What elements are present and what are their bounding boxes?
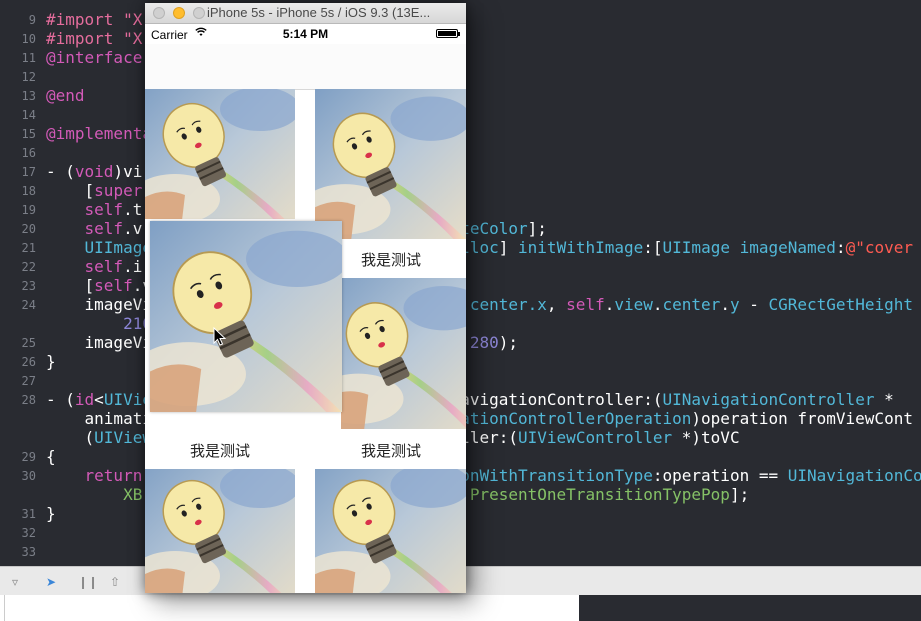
- code-line: self.t: [84, 200, 143, 219]
- line-number: 15: [21, 127, 36, 141]
- mouse-cursor-icon: [213, 327, 227, 346]
- close-button[interactable]: [153, 7, 165, 19]
- line-number: 12: [21, 70, 36, 84]
- line-number: 32: [21, 526, 36, 540]
- code-line: 210: [123, 314, 152, 333]
- collection-cell-image[interactable]: [315, 469, 466, 593]
- console-view[interactable]: [579, 595, 921, 621]
- bulb-image: [145, 89, 295, 219]
- code-line: {: [46, 447, 56, 466]
- line-number: 18: [21, 184, 36, 198]
- line-number: 16: [21, 146, 36, 160]
- line-number: 24: [21, 298, 36, 312]
- code-line: #import "X: [46, 10, 143, 29]
- code-line: self.i: [84, 257, 143, 276]
- navigation-bar: [145, 44, 466, 90]
- simulator-window[interactable]: iPhone 5s - iPhone 5s / iOS 9.3 (13E... …: [145, 3, 466, 593]
- line-number: 31: [21, 507, 36, 521]
- collection-cell-image[interactable]: [145, 469, 295, 593]
- battery-icon: [436, 29, 460, 38]
- line-number: 29: [21, 450, 36, 464]
- bulb-image: [341, 278, 466, 429]
- hide-debug-area-icon[interactable]: ▿: [12, 575, 18, 589]
- clock-label: 5:14 PM: [282, 27, 329, 41]
- line-number: 17: [21, 165, 36, 179]
- code-line: @interface: [46, 48, 143, 67]
- bulb-image: [150, 221, 342, 412]
- code-line: }: [46, 352, 56, 371]
- line-number: 26: [21, 355, 36, 369]
- device-screen[interactable]: Carrier 5:14 PM 我是测试 我是测试 我是测试: [145, 24, 466, 593]
- variables-view[interactable]: [4, 595, 580, 621]
- line-number: 28: [21, 393, 36, 407]
- line-number-gutter: 9 10 11 12 13 14 15 16 17 18 19 20 21 22 23 24 25 26 27 28 2…: [0, 0, 40, 566]
- code-line: [super: [46, 181, 143, 200]
- collection-cell-image[interactable]: [341, 278, 466, 429]
- line-number: 14: [21, 108, 36, 122]
- line-number: 9: [28, 13, 36, 27]
- cell-caption: 我是测试: [360, 442, 421, 460]
- line-number: 25: [21, 336, 36, 350]
- transition-image: [150, 221, 342, 412]
- code-line: - (void)vi: [46, 162, 143, 181]
- status-bar: Carrier 5:14 PM: [145, 24, 466, 44]
- line-number: 22: [21, 260, 36, 274]
- pause-icon[interactable]: ❙❙: [78, 575, 98, 589]
- code-line: @end: [46, 86, 85, 105]
- collection-cell-image[interactable]: [315, 89, 466, 239]
- bulb-image: [145, 469, 295, 593]
- code-line: [self.v: [46, 276, 152, 295]
- line-number: 27: [21, 374, 36, 388]
- bulb-image: [315, 89, 466, 239]
- line-number: 21: [21, 241, 36, 255]
- line-number: 11: [21, 51, 36, 65]
- line-number: 20: [21, 222, 36, 236]
- cell-caption: 我是测试: [189, 442, 250, 460]
- breakpoints-icon[interactable]: ➤: [46, 575, 56, 589]
- code-line: @implementa: [46, 124, 152, 143]
- minimize-button[interactable]: [173, 7, 185, 19]
- collection-cell-image[interactable]: [145, 89, 295, 219]
- simulator-titlebar[interactable]: iPhone 5s - iPhone 5s / iOS 9.3 (13E...: [145, 3, 466, 24]
- line-number: 33: [21, 545, 36, 559]
- step-over-icon[interactable]: ⇧: [110, 575, 120, 589]
- line-number: 30: [21, 469, 36, 483]
- line-number: 23: [21, 279, 36, 293]
- bulb-image: [315, 469, 466, 593]
- line-number: 13: [21, 89, 36, 103]
- zoom-button[interactable]: [193, 7, 205, 19]
- cell-caption: 我是测试: [360, 251, 421, 269]
- code-line: }: [46, 504, 56, 523]
- code-line: #import "X: [46, 29, 143, 48]
- line-number: 10: [21, 32, 36, 46]
- window-title: iPhone 5s - iPhone 5s / iOS 9.3 (13E...: [207, 5, 431, 20]
- line-number: 19: [21, 203, 36, 217]
